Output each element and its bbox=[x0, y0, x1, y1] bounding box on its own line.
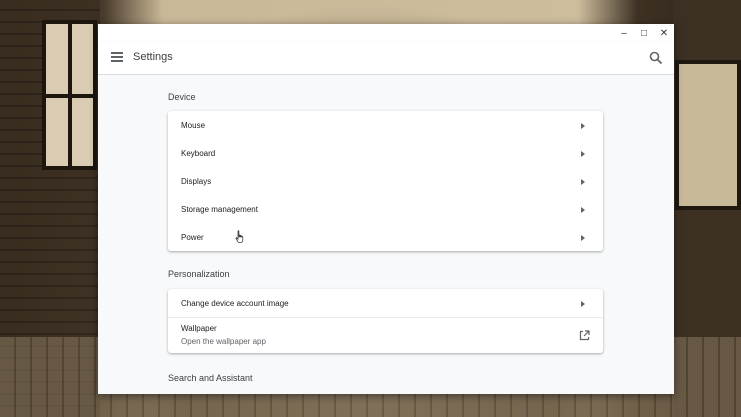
menu-icon[interactable] bbox=[111, 52, 123, 62]
open-in-new-icon[interactable] bbox=[579, 330, 590, 341]
settings-row-mouse[interactable]: Mouse bbox=[168, 111, 603, 139]
settings-row-wallpaper[interactable]: Wallpaper Open the wallpaper app bbox=[168, 317, 603, 354]
section-title-search-assistant: Search and Assistant bbox=[168, 373, 253, 383]
app-toolbar: Settings bbox=[98, 42, 674, 75]
title-bar: – □ ✕ bbox=[98, 24, 674, 42]
close-button[interactable]: ✕ bbox=[657, 27, 671, 41]
minimize-button[interactable]: – bbox=[617, 27, 631, 41]
settings-row-displays[interactable]: Displays bbox=[168, 167, 603, 195]
settings-content: Device Mouse Keyboard Displays Storage m… bbox=[98, 75, 674, 394]
search-icon[interactable] bbox=[649, 51, 663, 65]
section-title-personalization: Personalization bbox=[168, 269, 230, 279]
arrow-right-icon bbox=[581, 123, 585, 129]
device-card: Mouse Keyboard Displays Storage manageme… bbox=[168, 111, 603, 251]
row-label: Power bbox=[181, 233, 204, 242]
row-label: Wallpaper bbox=[181, 324, 217, 333]
settings-row-keyboard[interactable]: Keyboard bbox=[168, 139, 603, 167]
arrow-right-icon bbox=[581, 179, 585, 185]
row-label: Storage management bbox=[181, 205, 258, 214]
settings-window: – □ ✕ Settings Device Mouse Keyboard Dis… bbox=[98, 24, 674, 394]
settings-row-power[interactable]: Power bbox=[168, 223, 603, 251]
row-label: Displays bbox=[181, 177, 212, 186]
arrow-right-icon bbox=[581, 235, 585, 241]
arrow-right-icon bbox=[581, 207, 585, 213]
maximize-button[interactable]: □ bbox=[637, 27, 651, 41]
background-window-left bbox=[42, 20, 97, 170]
row-sublabel: Open the wallpaper app bbox=[181, 337, 266, 346]
row-label: Keyboard bbox=[181, 149, 216, 158]
row-label: Mouse bbox=[181, 121, 206, 130]
personalization-card: Change device account image Wallpaper Op… bbox=[168, 289, 603, 353]
row-label: Change device account image bbox=[181, 299, 289, 308]
settings-row-storage-management[interactable]: Storage management bbox=[168, 195, 603, 223]
section-title-device: Device bbox=[168, 92, 196, 102]
background-window-right bbox=[675, 60, 741, 210]
page-title: Settings bbox=[133, 51, 173, 63]
hand-pointer-icon bbox=[235, 230, 244, 244]
settings-row-change-account-image[interactable]: Change device account image bbox=[168, 289, 603, 317]
arrow-right-icon bbox=[581, 151, 585, 157]
arrow-right-icon bbox=[581, 301, 585, 307]
